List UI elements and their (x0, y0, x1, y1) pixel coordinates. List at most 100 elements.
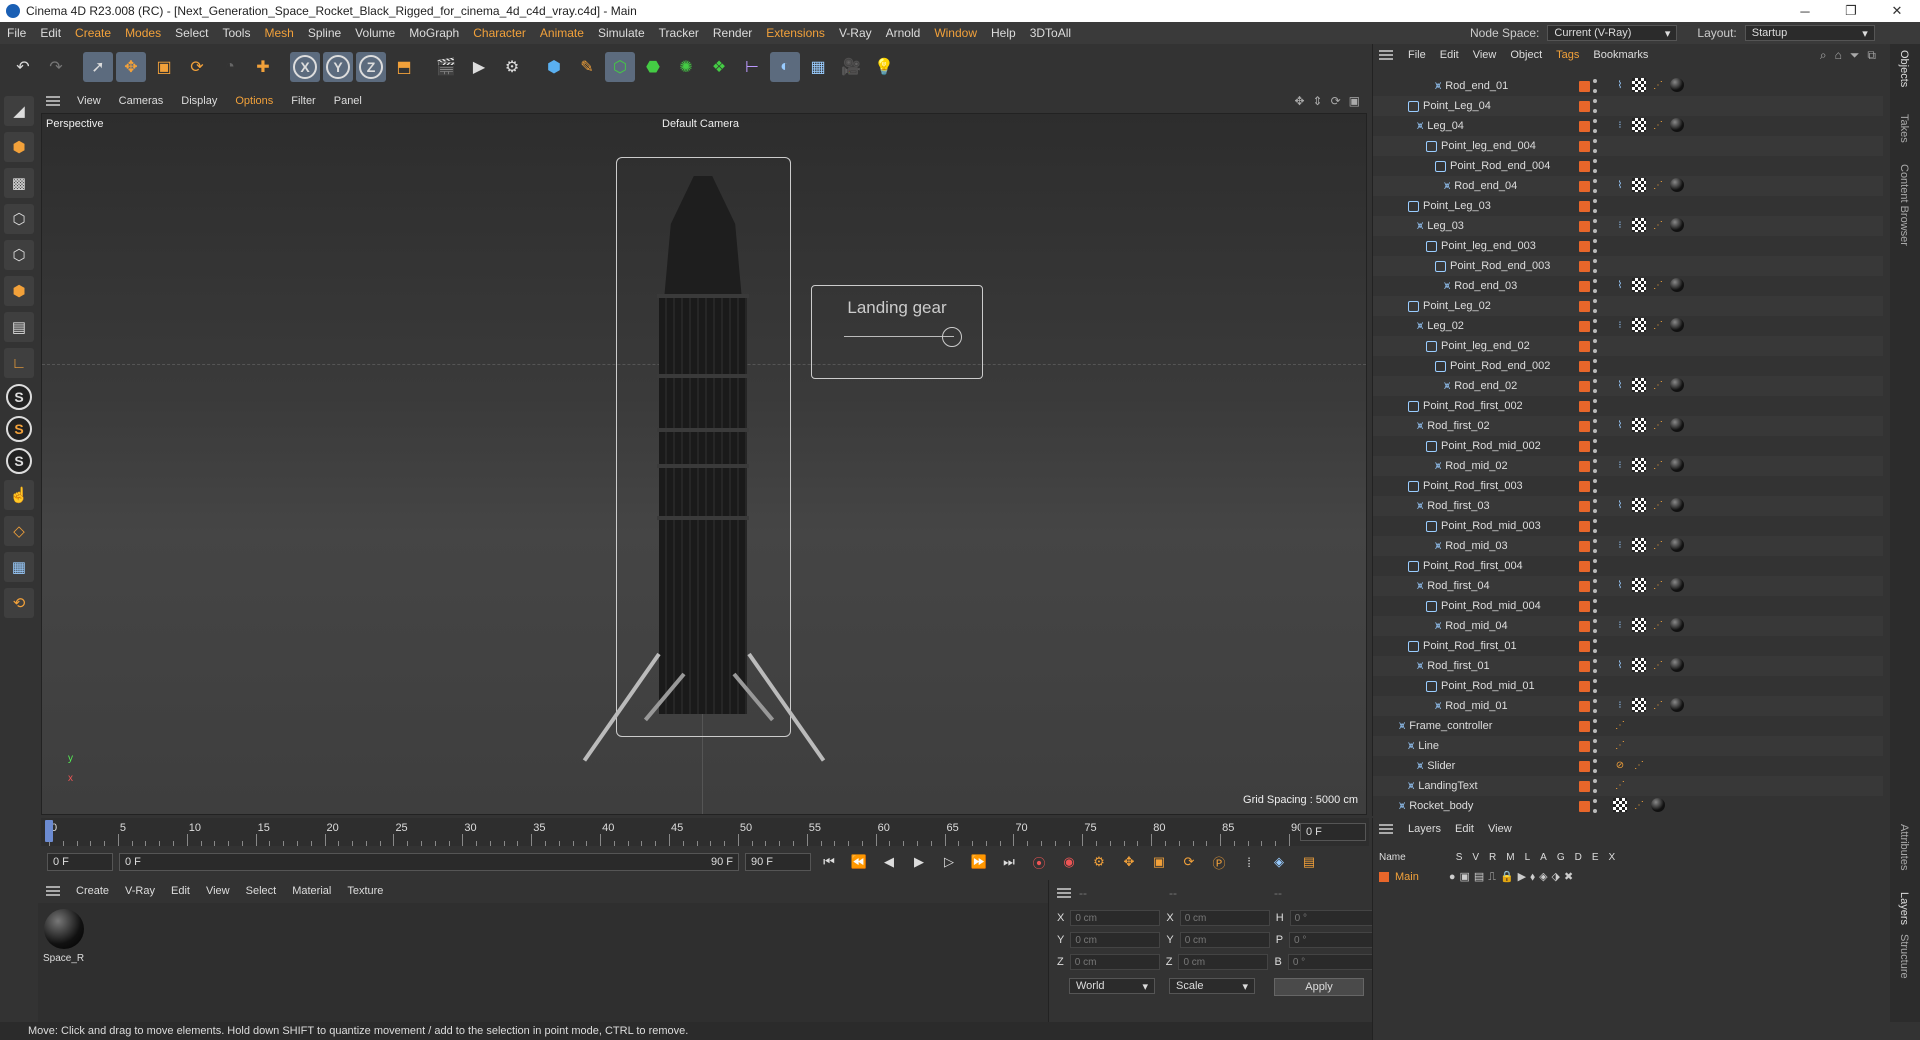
end-frame-field[interactable]: 90 F (745, 853, 811, 871)
3d-viewport[interactable]: Perspective Default Camera Landing gear … (41, 113, 1367, 815)
visibility-dots-icon[interactable] (1593, 579, 1597, 593)
object-row[interactable]: Point_Rod_mid_003 (1373, 516, 1883, 536)
object-name[interactable]: Point_Leg_02 (1423, 300, 1491, 312)
menu-simulate[interactable]: Simulate (591, 26, 652, 40)
object-name-cell[interactable]: Point_Rod_end_004 (1435, 160, 1550, 172)
texture-tag-icon[interactable] (1632, 318, 1646, 332)
object-name[interactable]: Rod_first_04 (1427, 580, 1489, 592)
xpresso-tag-icon[interactable]: ⋰ (1651, 498, 1665, 512)
autokey-icon[interactable]: ◉ (1057, 850, 1081, 874)
object-name-cell[interactable]: Point_leg_end_003 (1426, 240, 1536, 252)
object-name[interactable]: Point_Rod_first_002 (1423, 400, 1523, 412)
xpresso-tag-icon[interactable]: ⋰ (1651, 218, 1665, 232)
xpresso-tag-icon[interactable]: ⋰ (1613, 778, 1627, 792)
object-name-cell[interactable]: Point_Rod_first_004 (1408, 560, 1523, 572)
recent-tool-icon[interactable]: ◔ (215, 52, 245, 82)
visibility-dots-icon[interactable] (1593, 779, 1597, 793)
object-name-cell[interactable]: ⩙ Rod_first_04 (1417, 580, 1490, 593)
object-row[interactable]: Point_Leg_02 (1373, 296, 1883, 316)
object-name-cell[interactable]: ⩙ Rod_mid_03 (1435, 540, 1508, 553)
material-tag-icon[interactable] (1670, 458, 1684, 472)
visibility-dots-icon[interactable] (1593, 659, 1597, 673)
object-row[interactable]: ⩙ Rod_end_04 ⌇ ⋰ (1373, 176, 1883, 196)
object-name[interactable]: Point_Rod_mid_003 (1441, 520, 1541, 532)
object-name-cell[interactable]: ⩙ Rod_mid_04 (1435, 620, 1508, 633)
layer-color-swatch[interactable] (1579, 661, 1590, 672)
ik-tag-icon[interactable]: ⌇ (1613, 378, 1627, 392)
layer-color-swatch[interactable] (1579, 221, 1590, 232)
visibility-dots-icon[interactable] (1593, 739, 1597, 753)
edges-mode-icon[interactable]: ⬡ (4, 240, 34, 270)
play-icon[interactable]: ▶ (907, 850, 931, 874)
key-scale-icon[interactable]: ▣ (1147, 850, 1171, 874)
pen-spline-icon[interactable]: ✎ (572, 52, 602, 82)
layer-color-swatch[interactable] (1579, 601, 1590, 612)
search-icon[interactable]: ⌕ (1820, 48, 1827, 63)
object-name-cell[interactable]: Point_Leg_04 (1408, 100, 1491, 112)
texture-tag-icon[interactable] (1632, 658, 1646, 672)
xpresso-tag-icon[interactable]: ⋰ (1651, 318, 1665, 332)
goto-start-icon[interactable]: ⏮ (817, 850, 841, 874)
undo-icon[interactable]: ↶ (8, 52, 38, 82)
coordinate-space-dropdown[interactable]: World ▾ (1069, 978, 1155, 994)
object-name[interactable]: Rod_mid_01 (1445, 700, 1507, 712)
object-row[interactable]: Point_leg_end_003 (1373, 236, 1883, 256)
current-frame-field[interactable]: 0 F (1300, 823, 1366, 841)
material-tag-icon[interactable] (1670, 578, 1684, 592)
size-y-field[interactable]: 0 cm (1179, 932, 1270, 948)
object-name-cell[interactable]: ⩙ Line (1408, 740, 1439, 753)
visibility-dots-icon[interactable] (1593, 199, 1597, 213)
visibility-dots-icon[interactable] (1593, 259, 1597, 273)
object-name-cell[interactable]: ⩙ Rod_end_01 (1435, 80, 1508, 93)
viewport-menu-panel[interactable]: Panel (325, 95, 371, 107)
key-position-icon[interactable]: ✥ (1117, 850, 1141, 874)
visibility-dots-icon[interactable] (1593, 479, 1597, 493)
visibility-dots-icon[interactable] (1593, 699, 1597, 713)
polygons-mode-icon[interactable]: ⬢ (4, 276, 34, 306)
rot-p-field[interactable]: 0 ° (1289, 932, 1380, 948)
node-space-dropdown[interactable]: Current (V-Ray) ▾ (1547, 25, 1678, 41)
new-window-icon[interactable]: ⧉ (1867, 48, 1876, 63)
tab-layers[interactable]: Layers (1898, 892, 1910, 925)
object-row[interactable]: Point_Leg_03 (1373, 196, 1883, 216)
material-tag-icon[interactable] (1670, 498, 1684, 512)
visibility-dots-icon[interactable] (1593, 399, 1597, 413)
visibility-dots-icon[interactable] (1593, 179, 1597, 193)
object-name-cell[interactable]: Point_Rod_mid_01 (1426, 680, 1535, 692)
object-row[interactable]: Point_Rod_first_01 (1373, 636, 1883, 656)
object-row[interactable]: ⩙ Rod_end_01 ⌇ ⋰ (1373, 76, 1883, 96)
xpresso-tag-icon[interactable]: ⋰ (1632, 798, 1646, 812)
menu-tracker[interactable]: Tracker (652, 26, 706, 40)
material-menu-vray[interactable]: V-Ray (117, 885, 163, 897)
menu-window[interactable]: Window (927, 26, 984, 40)
material-menu-texture[interactable]: Texture (339, 885, 391, 897)
menu-extensions[interactable]: Extensions (759, 26, 832, 40)
cube-object-icon[interactable]: ⬢ (539, 52, 569, 82)
object-name-cell[interactable]: Point_Rod_end_003 (1435, 260, 1550, 272)
object-row[interactable]: Point_Rod_mid_002 (1373, 436, 1883, 456)
layer-color-swatch[interactable] (1579, 101, 1590, 112)
object-row[interactable]: ⩙ Rocket_body ⋰ (1373, 796, 1883, 816)
object-row[interactable]: ⩙ Rod_mid_04 ⁝ ⋰ (1373, 616, 1883, 636)
rot-h-field[interactable]: 0 ° (1289, 910, 1380, 926)
material-tag-icon[interactable] (1651, 798, 1665, 812)
layer-color-swatch[interactable] (1379, 872, 1389, 882)
layer-color-swatch[interactable] (1579, 161, 1590, 172)
ik-tag-icon[interactable]: ⁝ (1613, 618, 1627, 632)
ik-tag-icon[interactable]: ⁝ (1613, 118, 1627, 132)
material-menu-view[interactable]: View (198, 885, 238, 897)
preview-range-slider[interactable]: 0 F 90 F (119, 853, 739, 871)
visibility-dots-icon[interactable] (1593, 439, 1597, 453)
scale-tool-icon[interactable]: ▣ (149, 52, 179, 82)
menu-animate[interactable]: Animate (533, 26, 591, 40)
material-menu-edit[interactable]: Edit (163, 885, 198, 897)
prev-key-icon[interactable]: ⏪ (847, 850, 871, 874)
object-name-cell[interactable]: Point_leg_end_02 (1426, 340, 1530, 352)
snap-icon[interactable]: S (6, 384, 32, 410)
object-name-cell[interactable]: ⩙ Rod_mid_01 (1435, 700, 1508, 713)
material-tag-icon[interactable] (1670, 278, 1684, 292)
record-icon[interactable]: ⦿ (1027, 850, 1051, 874)
object-name-cell[interactable]: ⩙ Rod_first_02 (1417, 420, 1490, 433)
tab-takes[interactable]: Takes (1898, 114, 1910, 143)
layer-color-swatch[interactable] (1579, 361, 1590, 372)
